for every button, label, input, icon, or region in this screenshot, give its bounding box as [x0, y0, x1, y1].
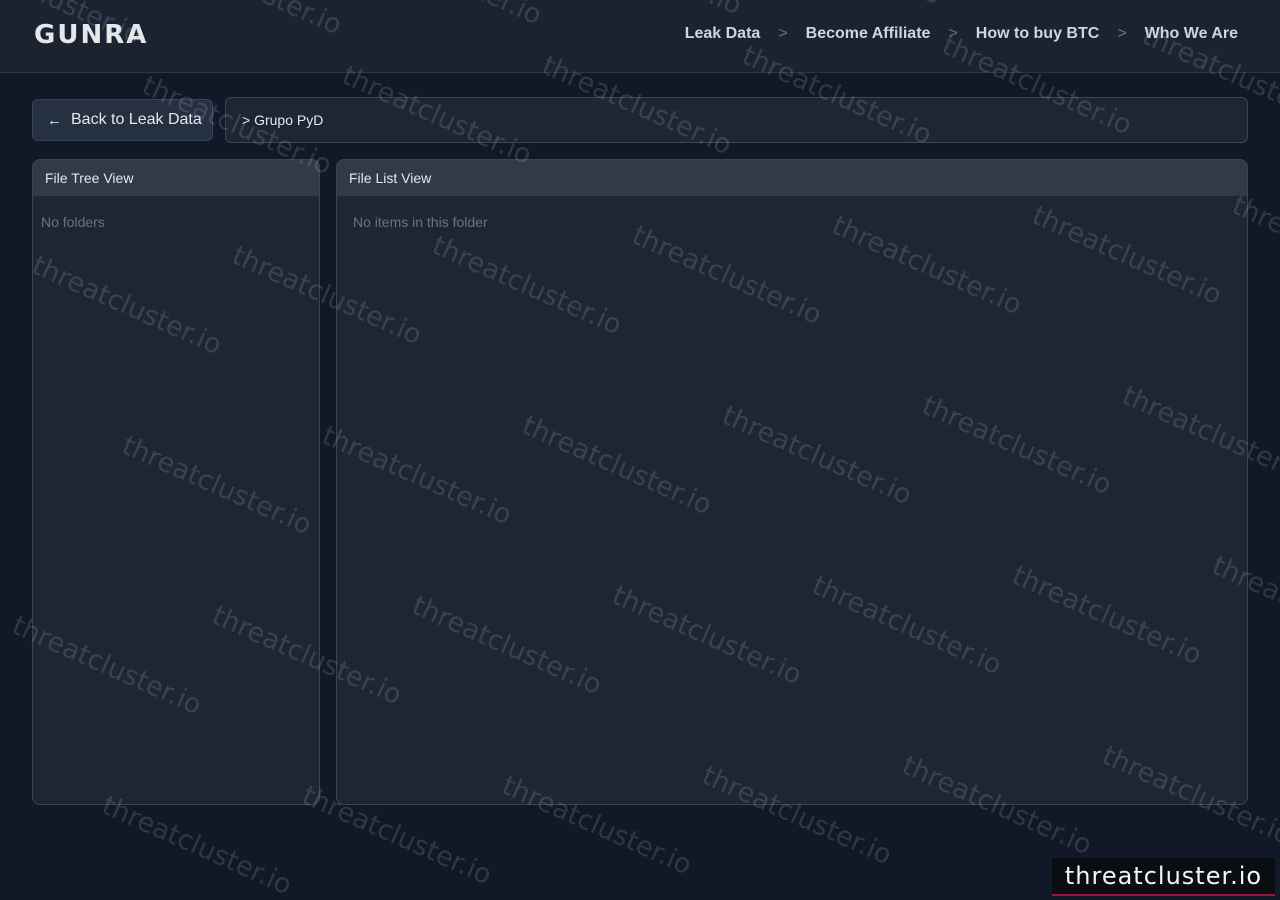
back-to-leak-data-button[interactable]: ← Back to Leak Data	[32, 99, 213, 141]
nav-become-affiliate[interactable]: Become Affiliate	[806, 25, 931, 43]
gunra-logo[interactable]: GUNRA	[34, 20, 149, 50]
top-navbar: GUNRA Leak Data > Become Affiliate > How…	[0, 0, 1280, 73]
logo-text: GUNRA	[34, 20, 149, 50]
back-button-label: Back to Leak Data	[71, 111, 202, 128]
breadcrumb-path[interactable]: > Grupo PyD	[242, 112, 323, 128]
threatcluster-badge: threatcluster.io	[1052, 858, 1275, 896]
nav-separator: >	[1117, 25, 1127, 42]
nav-leak-data[interactable]: Leak Data	[685, 25, 761, 43]
nav-how-to-buy-btc[interactable]: How to buy BTC	[976, 25, 1100, 43]
file-list-panel: File List View No items in this folder	[336, 159, 1248, 805]
nav-who-we-are[interactable]: Who We Are	[1145, 25, 1238, 43]
nav-separator: >	[948, 25, 958, 42]
file-tree-empty-message: No folders	[41, 214, 105, 230]
file-tree-panel: File Tree View No folders	[32, 159, 320, 805]
breadcrumb: > Grupo PyD	[225, 97, 1248, 143]
watermark-text: threatcluster.io	[97, 790, 297, 900]
main-nav: Leak Data > Become Affiliate > How to bu…	[685, 25, 1238, 43]
nav-separator: >	[778, 25, 788, 42]
arrow-left-icon: ←	[47, 111, 62, 129]
file-list-header: File List View	[337, 160, 1247, 196]
file-tree-header: File Tree View	[33, 160, 319, 196]
file-list-empty-message: No items in this folder	[353, 214, 488, 230]
